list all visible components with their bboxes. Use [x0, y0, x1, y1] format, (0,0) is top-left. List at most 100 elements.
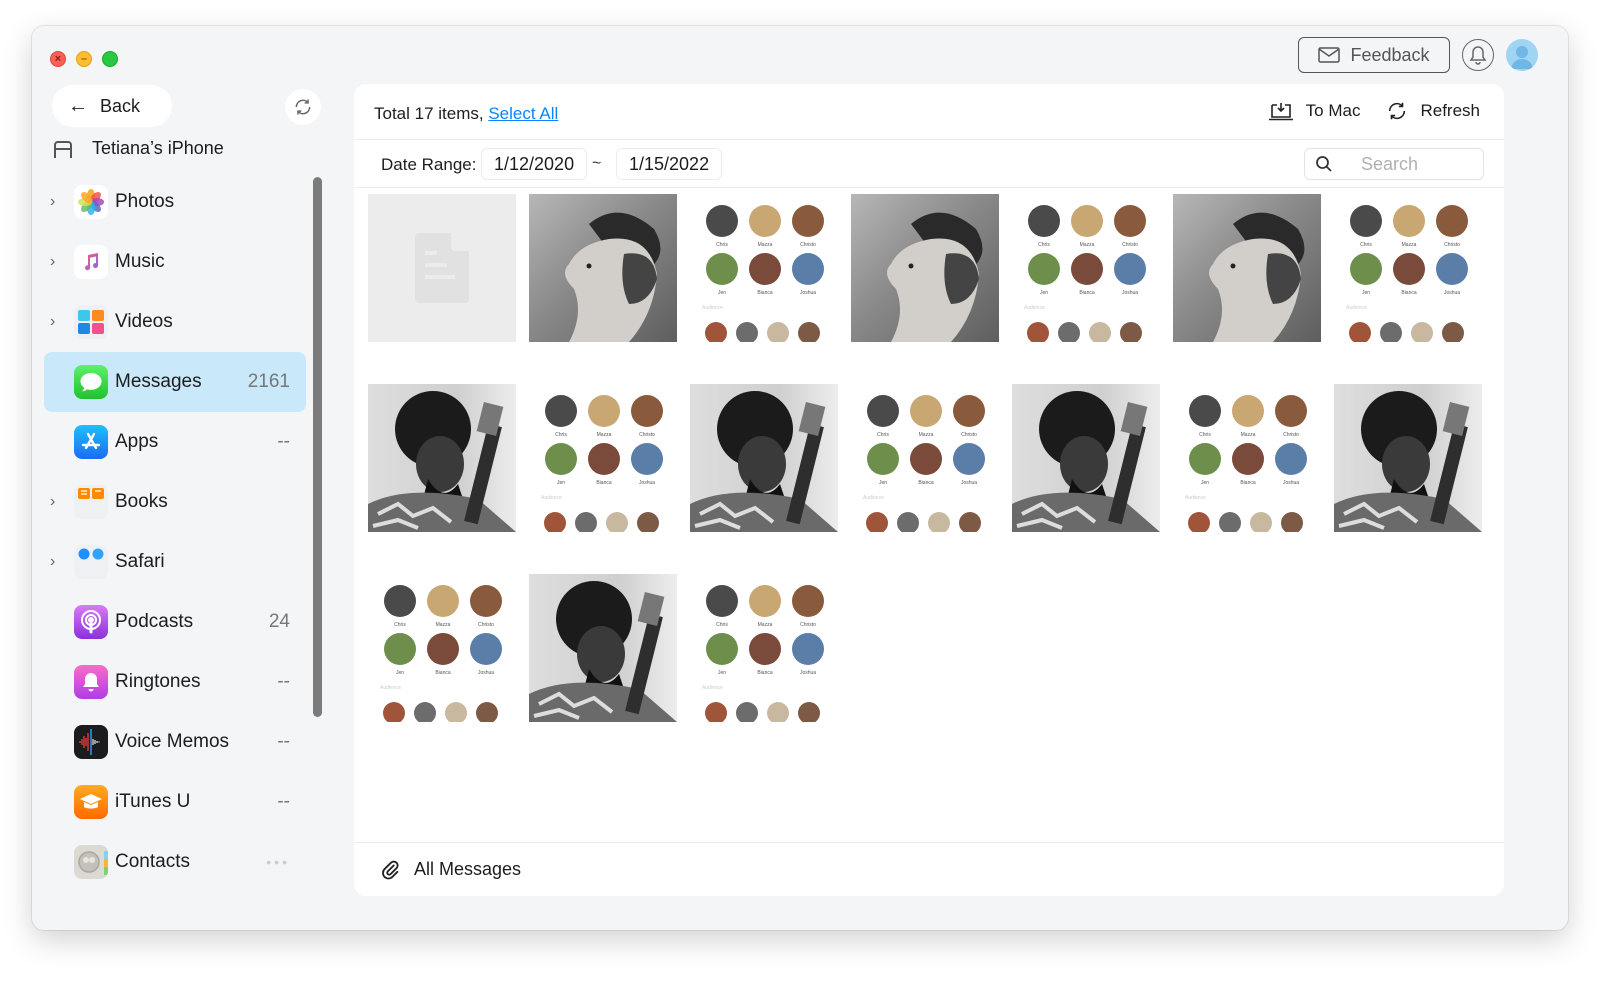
contact-name: Joshua: [478, 670, 494, 676]
contact-avatar: [953, 395, 985, 427]
contact-name: Joshua: [639, 480, 655, 486]
close-window-button[interactable]: ×: [50, 51, 66, 67]
sidebar-item-messages[interactable]: Messages 2161: [44, 352, 306, 412]
chevron-right-icon[interactable]: ›: [50, 313, 62, 331]
audience-avatar: [1250, 512, 1272, 532]
attachment-thumbnail-contacts[interactable]: Chris Mazza Christo Jen Bianca Joshua Audience: [368, 574, 516, 722]
all-messages-label[interactable]: All Messages: [414, 859, 521, 880]
attachment-thumbnail-contacts[interactable]: Chris Mazza Christo Jen Bianca Joshua Audience: [1173, 384, 1321, 532]
photos-icon: [74, 185, 108, 219]
attachment-thumbnail-guitar[interactable]: [368, 384, 516, 532]
minimize-window-button[interactable]: –: [76, 51, 92, 67]
loading-indicator: •••: [266, 854, 290, 870]
attachment-thumbnail-contacts[interactable]: Chris Mazza Christo Jen Bianca Joshua Audience: [851, 384, 999, 532]
select-all-link[interactable]: Select All: [488, 104, 558, 123]
toolbar-actions: To Mac Refresh: [1268, 100, 1480, 122]
attachment-thumbnail-guitar[interactable]: [1012, 384, 1160, 532]
contact-name: Christo: [639, 432, 655, 438]
section-label: Audience: [1346, 305, 1367, 311]
contact-name: Christo: [1122, 242, 1138, 248]
audience-avatar: [705, 322, 727, 342]
contact-avatar: [1189, 443, 1221, 475]
paperclip-icon: [382, 860, 399, 879]
sidebar-item-ringtones[interactable]: Ringtones --: [44, 652, 306, 712]
contact-name: Mazza: [1080, 242, 1095, 248]
contact-name: Chris: [555, 432, 567, 438]
attachment-thumbnail-contacts[interactable]: Chris Mazza Christo Jen Bianca Joshua Audience: [690, 194, 838, 342]
sidebar-item-photos[interactable]: › Photos: [44, 172, 306, 232]
photo-portrait-guitar: [1334, 391, 1482, 532]
chevron-right-icon[interactable]: ›: [50, 553, 62, 571]
device-name: Tetiana’s iPhone: [92, 138, 224, 158]
sidebar-item-label: Contacts: [115, 851, 190, 872]
notifications-button[interactable]: [1462, 39, 1494, 71]
to-mac-button[interactable]: To Mac: [1268, 100, 1361, 122]
contact-name: Chris: [716, 622, 728, 628]
sidebar-item-safari[interactable]: › Safari: [44, 532, 306, 592]
sidebar-item-count: --: [277, 431, 290, 452]
audience-avatar: [897, 512, 919, 532]
audience-avatar: [606, 512, 628, 532]
attachment-thumbnail-contacts[interactable]: Chris Mazza Christo Jen Bianca Joshua Audience: [690, 574, 838, 722]
attachment-thumbnail-cap[interactable]: [1173, 194, 1321, 342]
contact-name: Chris: [1199, 432, 1211, 438]
device-selector[interactable]: Tetiana’s iPhone: [52, 138, 224, 159]
contact-avatar: [910, 443, 942, 475]
contact-avatar: [792, 205, 824, 237]
contact-name: Joshua: [800, 290, 816, 296]
attachment-thumbnail-cap[interactable]: [851, 194, 999, 342]
back-button[interactable]: ← Back: [52, 85, 172, 127]
sync-device-button[interactable]: [285, 89, 321, 125]
zoom-window-button[interactable]: [102, 51, 118, 67]
to-mac-label: To Mac: [1305, 101, 1361, 120]
sidebar-item-label: Ringtones: [115, 671, 201, 692]
device-icon: [54, 140, 72, 158]
attachment-thumbnail-cap[interactable]: [529, 194, 677, 342]
sidebar-item-podcasts[interactable]: Podcasts 24: [44, 592, 306, 652]
contact-name: Joshua: [800, 670, 816, 676]
chevron-right-icon[interactable]: ›: [50, 253, 62, 271]
attachment-thumbnail-guitar[interactable]: [529, 574, 677, 722]
feedback-button[interactable]: Feedback: [1298, 37, 1450, 73]
sidebar-item-count: --: [277, 671, 290, 692]
contact-name: Mazza: [1402, 242, 1417, 248]
attachment-thumbnail-guitar[interactable]: [1334, 384, 1482, 532]
attachment-thumbnail-contacts[interactable]: Chris Mazza Christo Jen Bianca Joshua Audience: [1334, 194, 1482, 342]
contact-avatar: [706, 585, 738, 617]
contacts-screenshot: Chris Mazza Christo Jen Bianca Joshua Audience: [702, 205, 824, 342]
contact-avatar: [384, 585, 416, 617]
attachment-thumbnail-contacts[interactable]: Chris Mazza Christo Jen Bianca Joshua Audience: [529, 384, 677, 532]
sidebar-item-music[interactable]: › Music: [44, 232, 306, 292]
attachment-thumbnail-guitar[interactable]: [690, 384, 838, 532]
contact-avatar: [867, 443, 899, 475]
chevron-right-icon[interactable]: ›: [50, 493, 62, 511]
refresh-button[interactable]: Refresh: [1386, 100, 1480, 122]
contact-avatar: [631, 395, 663, 427]
bell-icon: [1469, 46, 1487, 65]
contact-name: Jen: [879, 480, 887, 486]
attachment-thumbnail-file[interactable]: [368, 194, 516, 342]
sidebar-scrollbar[interactable]: [313, 177, 322, 717]
attachment-thumbnail-contacts[interactable]: Chris Mazza Christo Jen Bianca Joshua Audience: [1012, 194, 1160, 342]
date-to-field[interactable]: 1/15/2022: [616, 148, 723, 180]
audience-avatar: [575, 512, 597, 532]
contacts-screenshot: Chris Mazza Christo Jen Bianca Joshua Audience: [1185, 395, 1307, 532]
user-avatar[interactable]: [1506, 39, 1538, 71]
audience-avatar: [1219, 512, 1241, 532]
audience-avatar: [1442, 322, 1464, 342]
date-separator: ~: [592, 155, 602, 172]
chevron-right-icon[interactable]: ›: [50, 193, 62, 211]
photo-portrait-guitar: [529, 581, 677, 722]
sidebar-item-label: Apps: [115, 431, 159, 452]
photo-portrait-guitar: [368, 391, 516, 532]
contact-name: Jen: [557, 480, 565, 486]
sidebar-item-contacts[interactable]: Contacts •••: [44, 832, 306, 892]
sidebar-item-books[interactable]: › Books: [44, 472, 306, 532]
sidebar-item-voice-memos[interactable]: Voice Memos --: [44, 712, 306, 772]
search-input[interactable]: [1361, 153, 1471, 175]
sidebar-item-apps[interactable]: Apps --: [44, 412, 306, 472]
sidebar-item-itunes-u[interactable]: iTunes U --: [44, 772, 306, 832]
sidebar-item-videos[interactable]: › Videos: [44, 292, 306, 352]
date-from-field[interactable]: 1/12/2020: [481, 148, 588, 180]
search-icon: [1316, 156, 1332, 172]
